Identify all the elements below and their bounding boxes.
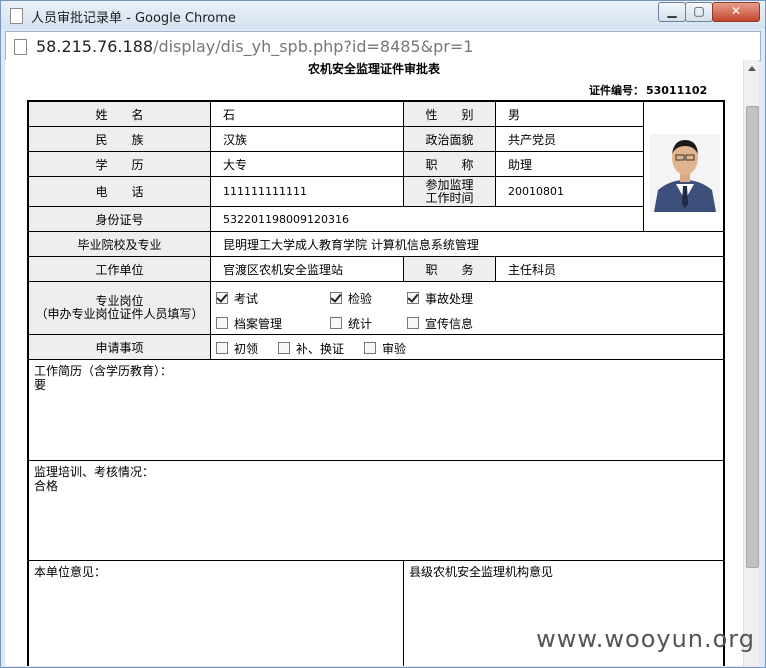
post-label-line2: （申办专业岗位证件人员填写）	[35, 307, 204, 321]
apply-option-replace[interactable]: 补、换证	[278, 340, 344, 357]
post-option-statistics[interactable]: 统计	[330, 315, 372, 332]
name-label: 姓 名	[29, 102, 211, 127]
title-value: 助理	[496, 152, 644, 177]
certificate-number: 证件编号： 53011102	[587, 82, 707, 98]
scroll-thumb[interactable]	[746, 106, 759, 568]
page-viewport: 农机安全监理证件审批表 证件编号： 53011102 姓 名 石 性 别 男 民 …	[5, 60, 759, 666]
address-bar[interactable]: 58.215.76.188/display/dis_yh_spb.php?id=…	[5, 31, 761, 61]
certificate-number-value: 53011102	[646, 84, 708, 97]
checkbox-icon[interactable]	[278, 342, 290, 354]
checkbox-icon[interactable]	[364, 342, 376, 354]
checkbox-icon[interactable]	[407, 317, 419, 329]
watermark-text: www.wooyun.org	[536, 625, 755, 653]
unit-opinion-label: 本单位意见：	[34, 565, 107, 579]
politics-value: 共产党员	[496, 127, 644, 152]
apply-label: 申请事项	[29, 335, 211, 360]
school-value: 昆明理工大学成人教育学院 计算机信息系统管理	[211, 232, 725, 257]
education-label: 学 历	[29, 152, 211, 177]
checkbox-checked-icon[interactable]	[407, 292, 419, 304]
apply-options: 初领 补、换证 审验	[211, 335, 725, 360]
post-option-accident[interactable]: 事故处理	[407, 290, 473, 307]
position-value: 主任科员	[496, 257, 725, 282]
avatar	[650, 134, 720, 212]
document-icon	[14, 39, 27, 55]
document-title: 农机安全监理证件审批表	[307, 62, 440, 76]
school-label: 毕业院校及专业	[29, 232, 211, 257]
minimize-button[interactable]: ▁	[658, 2, 686, 22]
checkbox-icon[interactable]	[216, 317, 228, 329]
checkbox-checked-icon[interactable]	[330, 292, 342, 304]
phone-value: 111111111111	[211, 177, 404, 207]
url-path: /display/dis_yh_spb.php?id=8485&pr=1	[153, 37, 474, 56]
id-number-value: 532201198009120316	[211, 207, 644, 232]
name-value: 石	[211, 102, 404, 127]
post-option-publicity[interactable]: 宣传信息	[407, 315, 473, 332]
post-option-exam[interactable]: 考试	[216, 290, 258, 307]
checkbox-icon[interactable]	[216, 342, 228, 354]
apply-option-first[interactable]: 初领	[216, 340, 258, 357]
url-text[interactable]: 58.215.76.188/display/dis_yh_spb.php?id=…	[36, 37, 473, 56]
browser-window: 人员审批记录单 - Google Chrome ▁ ▢ ✕ 58.215.76.…	[0, 0, 766, 668]
politics-label: 政治面貌	[404, 127, 496, 152]
apply-option-review[interactable]: 审验	[364, 340, 406, 357]
post-label: 专业岗位 （申办专业岗位证件人员填写）	[29, 282, 211, 335]
training-block: 监理培训、考核情况： 合格	[29, 461, 725, 561]
county-opinion-label: 县级农机安全监理机构意见	[409, 565, 554, 579]
certificate-number-label: 证件编号：	[589, 84, 644, 97]
resume-label: 工作简历（含学历教育）：	[34, 364, 173, 378]
unit-value: 官渡区农机安全监理站	[211, 257, 404, 282]
gender-value: 男	[496, 102, 644, 127]
post-options: 考试 检验 事故处理 档案管理 统计 宣传信息	[211, 282, 725, 335]
join-date-label-line2: 工作时间	[425, 190, 474, 205]
approval-form: 姓 名 石 性 别 男 民 族 汉族 政治面貌 共产党员 学 历 大专 职 称 …	[27, 100, 725, 666]
post-option-inspection[interactable]: 检验	[330, 290, 372, 307]
checkbox-icon[interactable]	[330, 317, 342, 329]
title-bar: 人员审批记录单 - Google Chrome ▁ ▢ ✕	[1, 1, 765, 29]
url-host: 58.215.76.188	[36, 37, 154, 56]
page-icon	[10, 8, 23, 24]
close-button[interactable]: ✕	[712, 2, 760, 22]
join-date-value: 20010801	[496, 177, 644, 207]
maximize-button[interactable]: ▢	[685, 2, 713, 22]
position-label: 职 务	[404, 257, 496, 282]
ethnicity-value: 汉族	[211, 127, 404, 152]
window-title: 人员审批记录单 - Google Chrome	[31, 11, 236, 26]
title-label: 职 称	[404, 152, 496, 177]
post-option-archive[interactable]: 档案管理	[216, 315, 282, 332]
photo-cell	[644, 102, 725, 232]
phone-label: 电 话	[29, 177, 211, 207]
checkbox-checked-icon[interactable]	[216, 292, 228, 304]
scroll-up-icon[interactable]	[748, 66, 756, 71]
unit-label: 工作单位	[29, 257, 211, 282]
unit-opinion-block: 本单位意见：	[29, 561, 404, 666]
education-value: 大专	[211, 152, 404, 177]
id-number-label: 身份证号	[29, 207, 211, 232]
training-value: 合格	[34, 479, 59, 493]
join-date-label: 参加监理 工作时间	[404, 177, 496, 207]
ethnicity-label: 民 族	[29, 127, 211, 152]
vertical-scrollbar[interactable]	[743, 60, 759, 666]
join-date-label-line1: 参加监理	[425, 177, 474, 192]
resume-block: 工作简历（含学历教育）： 要	[29, 360, 725, 461]
resume-value: 要	[34, 378, 47, 392]
gender-label: 性 别	[404, 102, 496, 127]
